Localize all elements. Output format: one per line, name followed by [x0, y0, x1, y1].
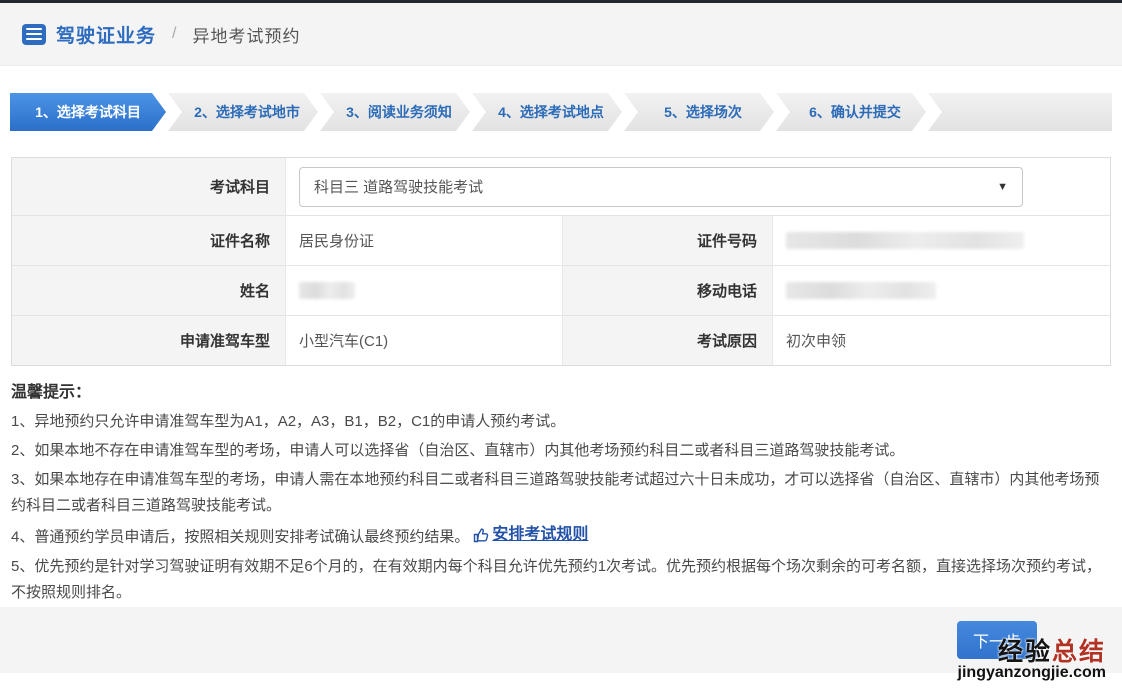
tip-1: 1、异地预约只允许申请准驾车型为A1，A2，A3，B1，B2，C1的申请人预约考… — [11, 413, 566, 430]
list-icon — [22, 23, 46, 45]
id-number-label: 证件号码 — [562, 215, 772, 265]
name-label: 姓名 — [12, 265, 285, 315]
tab-step-2-select-city[interactable]: 2、选择考试地市 — [168, 93, 318, 131]
mobile-value — [772, 265, 1110, 315]
tab-step-4-select-site[interactable]: 4、选择考试地点 — [472, 93, 622, 131]
tab-step-6-confirm-submit[interactable]: 6、确认并提交 — [776, 93, 926, 131]
thumbs-up-icon — [474, 527, 489, 542]
exam-subject-label: 考试科目 — [12, 158, 285, 215]
exam-rules-link-label: 安排考试规则 — [492, 526, 589, 543]
applicant-info-table: 考试科目 科目三 道路驾驶技能考试 ▼ 证件名称 居民身份证 证件号码 姓名 移… — [11, 157, 1111, 366]
redacted-id-number — [786, 232, 1024, 249]
tab-step-5-select-session[interactable]: 5、选择场次 — [624, 93, 774, 131]
step-tabs-filler — [928, 93, 1112, 131]
vehicle-type-label: 申请准驾车型 — [12, 315, 285, 365]
next-step-button[interactable]: 下一步 — [957, 621, 1037, 659]
exam-subject-select[interactable]: 科目三 道路驾驶技能考试 ▼ — [299, 166, 1023, 207]
tab-step-3-read-notice[interactable]: 3、阅读业务须知 — [320, 93, 470, 131]
tip-5: 5、优先预约是针对学习驾驶证明有效期不足6个月的，在有效期内每个科目允许优先预约… — [11, 557, 1102, 601]
vehicle-type-value: 小型汽车(C1) — [285, 315, 562, 365]
tip-3: 3、如果本地存在申请准驾车型的考场，申请人需在本地预约科目二或者科目三道路驾驶技… — [11, 471, 1100, 514]
redacted-name — [299, 282, 355, 299]
tip-4: 4、普通预约学员申请后，按照相关规则安排考试确认最终预约结果。 安排考试规则 — [11, 522, 1111, 551]
id-type-value: 居民身份证 — [285, 215, 562, 265]
chevron-down-icon: ▼ — [997, 180, 1008, 193]
id-number-value — [772, 215, 1110, 265]
tips-title: 温馨提示： — [11, 384, 92, 401]
tips-section: 温馨提示： 1、异地预约只允许申请准驾车型为A1，A2，A3，B1，B2，C1的… — [11, 380, 1111, 606]
breadcrumb: 驾驶证业务 / 异地考试预约 — [0, 3, 1122, 66]
exam-subject-selected-value: 科目三 道路驾驶技能考试 — [314, 179, 484, 196]
redacted-mobile — [786, 282, 936, 299]
tab-step-1-select-subject[interactable]: 1、选择考试科目 — [10, 93, 166, 131]
breadcrumb-section[interactable]: 驾驶证业务 — [56, 21, 156, 48]
breadcrumb-current: 异地考试预约 — [192, 26, 301, 46]
exam-reason-label: 考试原因 — [562, 315, 772, 365]
name-value — [285, 265, 562, 315]
exam-reason-value: 初次申领 — [772, 315, 1110, 365]
tip-2: 2、如果本地不存在申请准驾车型的考场，申请人可以选择省（自治区、直辖市）内其他考… — [11, 442, 905, 459]
footer-bar: 下一步 — [0, 607, 1122, 673]
breadcrumb-separator: / — [172, 25, 177, 42]
step-tabs: 1、选择考试科目 2、选择考试地市 3、阅读业务须知 4、选择考试地点 5、选择… — [10, 93, 1112, 131]
exam-rules-link[interactable]: 安排考试规则 — [473, 522, 588, 548]
exam-subject-cell: 科目三 道路驾驶技能考试 ▼ — [285, 158, 1110, 215]
mobile-label: 移动电话 — [562, 265, 772, 315]
tip-4-text: 4、普通预约学员申请后，按照相关规则安排考试确认最终预约结果。 — [11, 528, 470, 546]
id-type-label: 证件名称 — [12, 215, 285, 265]
